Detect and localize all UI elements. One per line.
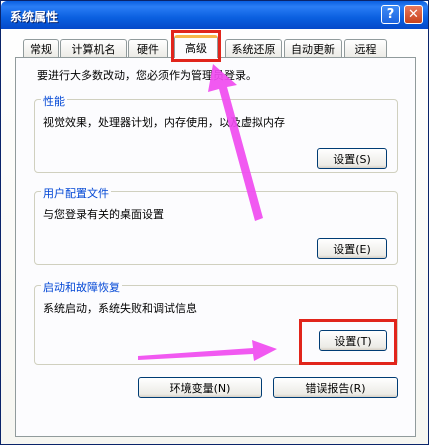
advanced-tab-highlight [171, 30, 221, 62]
performance-group: 性能 视觉效果，处理器计划，内存使用，以及虚拟内存 设置(S) [34, 93, 398, 173]
startup-recovery-title: 启动和故障恢复 [41, 279, 122, 295]
performance-title: 性能 [41, 93, 67, 109]
tab-automatic-updates[interactable]: 自动更新 [284, 39, 342, 57]
environment-variables-button[interactable]: 环境变量(N) [138, 377, 262, 398]
startup-recovery-description: 系统启动，系统失败和调试信息 [43, 302, 197, 315]
help-icon: ? [386, 7, 395, 22]
user-profiles-title: 用户配置文件 [41, 185, 111, 201]
error-reporting-button[interactable]: 错误报告(R) [273, 377, 398, 398]
user-profiles-group: 用户配置文件 与您登录有关的桌面设置 设置(E) [34, 185, 398, 265]
performance-settings-button[interactable]: 设置(S) [317, 148, 387, 169]
user-profiles-description: 与您登录有关的桌面设置 [43, 208, 164, 221]
user-profiles-settings-button[interactable]: 设置(E) [317, 238, 387, 259]
help-button[interactable]: ? [381, 5, 400, 24]
tab-computer-name[interactable]: 计算机名 [60, 39, 127, 57]
performance-description: 视觉效果，处理器计划，内存使用，以及虚拟内存 [43, 116, 285, 129]
tab-hardware[interactable]: 硬件 [128, 39, 168, 57]
tab-system-restore[interactable]: 系统还原 [225, 39, 282, 57]
advanced-tab-panel: 要进行大多数改动，您必须作为管理员登录。 性能 视觉效果，处理器计划，内存使用，… [15, 57, 416, 437]
close-button[interactable]: ✕ [404, 5, 423, 24]
window-title: 系统属性 [10, 10, 59, 24]
system-properties-window: 系统属性 ? ✕ 常规 计算机名 硬件 高级 系统还原 自动更新 远程 要进行大… [0, 0, 429, 445]
close-icon: ✕ [408, 7, 419, 22]
admin-notice: 要进行大多数改动，您必须作为管理员登录。 [37, 69, 257, 82]
title-bar[interactable]: 系统属性 ? ✕ [1, 1, 428, 29]
tab-remote[interactable]: 远程 [344, 39, 387, 57]
tab-general[interactable]: 常规 [23, 39, 59, 57]
settings-button-highlight [299, 319, 397, 365]
